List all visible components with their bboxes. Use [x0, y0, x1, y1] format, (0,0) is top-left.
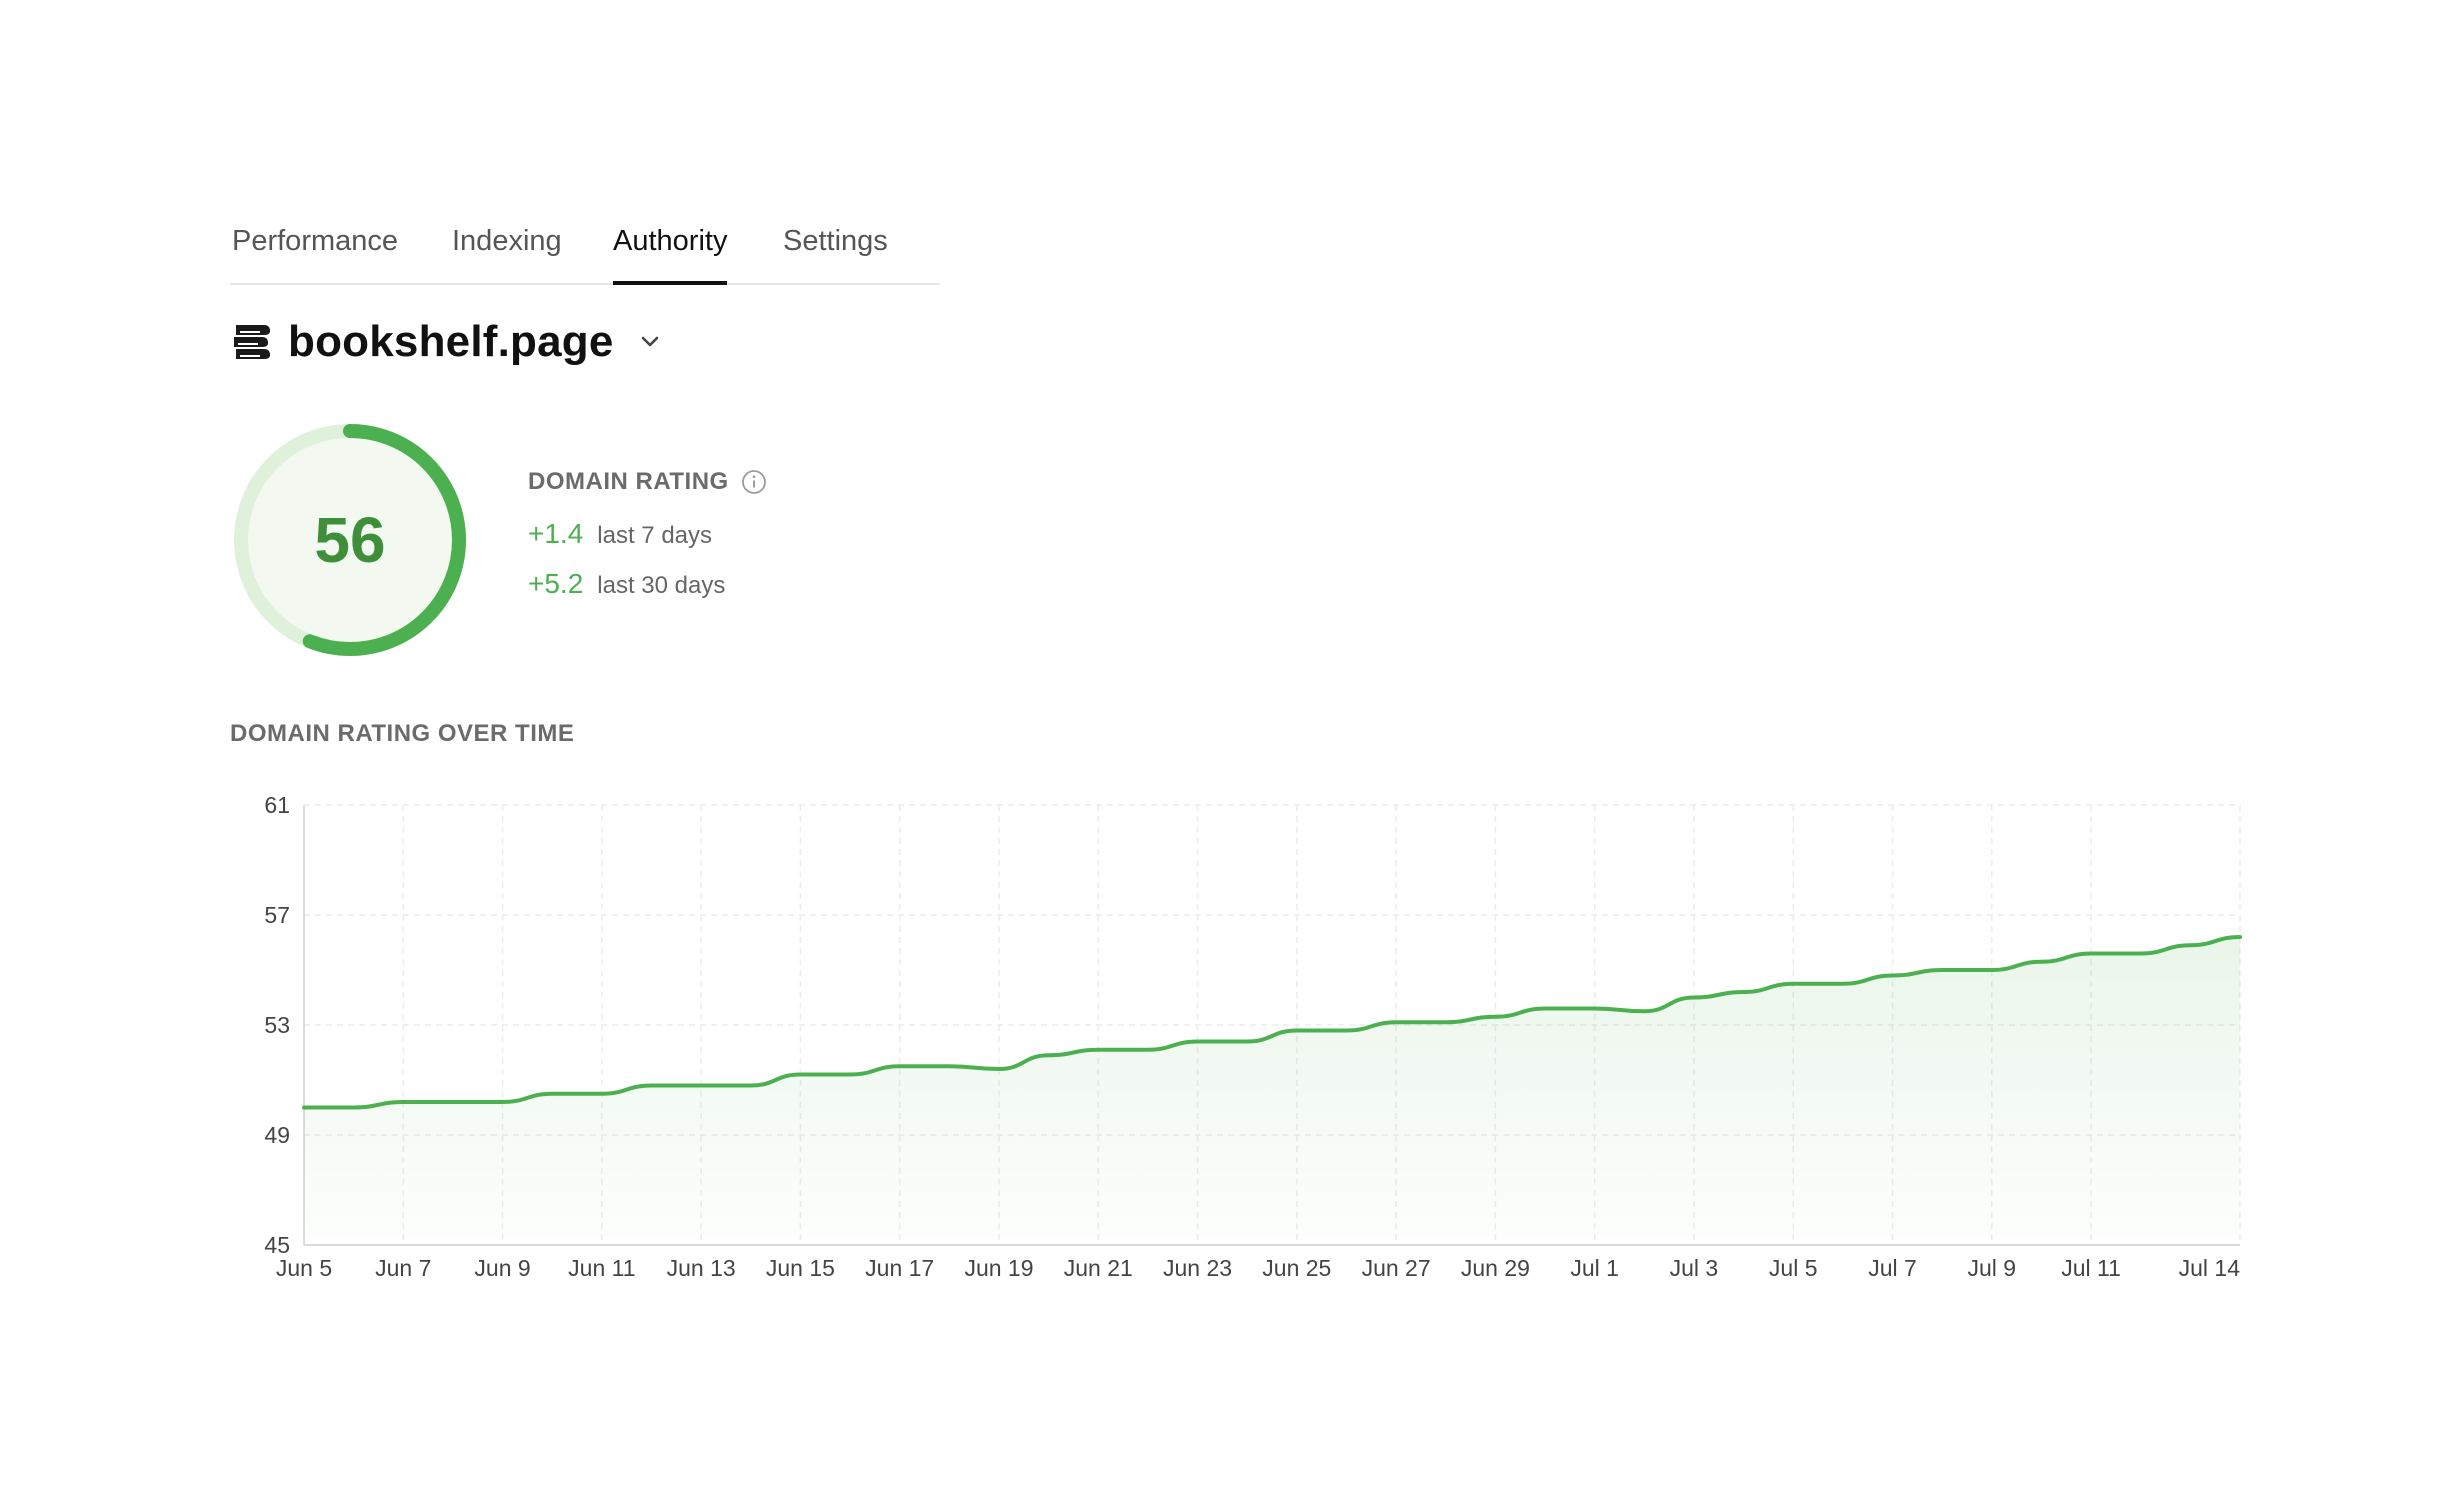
y-tick-label: 61 [264, 792, 290, 818]
domain-selector[interactable]: bookshelf.page [230, 312, 664, 372]
chart-title: DOMAIN RATING OVER TIME [230, 720, 575, 747]
x-tick-label: Jul 5 [1769, 1255, 1818, 1280]
rating-title: DOMAIN RATING [528, 468, 729, 495]
domain-rating-value: 56 [314, 504, 386, 576]
delta-30-value: +5.2 [528, 568, 584, 599]
rating-stats: DOMAIN RATING +1.4 last 7 days +5.2 last… [528, 468, 767, 600]
delta-7-row: +1.4 last 7 days [528, 518, 767, 550]
series-area [304, 937, 2240, 1245]
domain-rating-gauge: 56 [230, 420, 470, 660]
x-tick-label: Jun 5 [276, 1255, 332, 1280]
x-tick-label: Jun 23 [1163, 1255, 1232, 1280]
tab-settings[interactable]: Settings [783, 227, 888, 283]
x-tick-label: Jun 7 [375, 1255, 431, 1280]
delta-30-row: +5.2 last 30 days [528, 568, 767, 600]
x-tick-label: Jun 29 [1461, 1255, 1530, 1280]
tab-indexing[interactable]: Indexing [452, 227, 562, 283]
y-tick-label: 57 [264, 902, 290, 928]
x-tick-label: Jul 7 [1868, 1255, 1917, 1280]
delta-7-value: +1.4 [528, 518, 584, 549]
x-tick-label: Jun 21 [1064, 1255, 1133, 1280]
x-tick-label: Jul 3 [1670, 1255, 1719, 1280]
x-tick-label: Jun 15 [766, 1255, 835, 1280]
x-tick-label: Jun 9 [474, 1255, 530, 1280]
x-tick-label: Jun 19 [964, 1255, 1033, 1280]
info-icon[interactable] [741, 469, 767, 495]
y-tick-label: 53 [264, 1012, 290, 1038]
rating-title-row: DOMAIN RATING [528, 468, 767, 496]
domain-rating-chart: 4549535761Jun 5 Jun 7 Jun 9 Jun 11 Jun 13 Jun… [264, 792, 2242, 1280]
tab-authority[interactable]: Authority [613, 227, 728, 285]
delta-7-label: last 7 days [597, 522, 713, 549]
tab-bar: Performance Indexing Authority Settings [230, 215, 940, 285]
x-tick-label: Jul 11 [2061, 1255, 2121, 1280]
chevron-down-icon[interactable] [636, 328, 664, 356]
x-tick-label: Jun 13 [667, 1255, 736, 1280]
x-tick-label: Jun 25 [1262, 1255, 1331, 1280]
x-tick-label: Jun 27 [1362, 1255, 1431, 1280]
x-tick-label: Jul 14 [2179, 1255, 2241, 1280]
x-tick-label: Jul 9 [1967, 1255, 2016, 1280]
x-tick-label: Jun 11 [568, 1255, 635, 1280]
y-tick-label: 49 [264, 1122, 290, 1148]
delta-30-label: last 30 days [597, 572, 726, 599]
books-icon [234, 325, 270, 359]
tab-performance[interactable]: Performance [232, 227, 398, 283]
x-tick-label: Jun 17 [865, 1255, 934, 1280]
x-tick-label: Jul 1 [1570, 1255, 1619, 1280]
domain-name: bookshelf.page [288, 317, 614, 366]
